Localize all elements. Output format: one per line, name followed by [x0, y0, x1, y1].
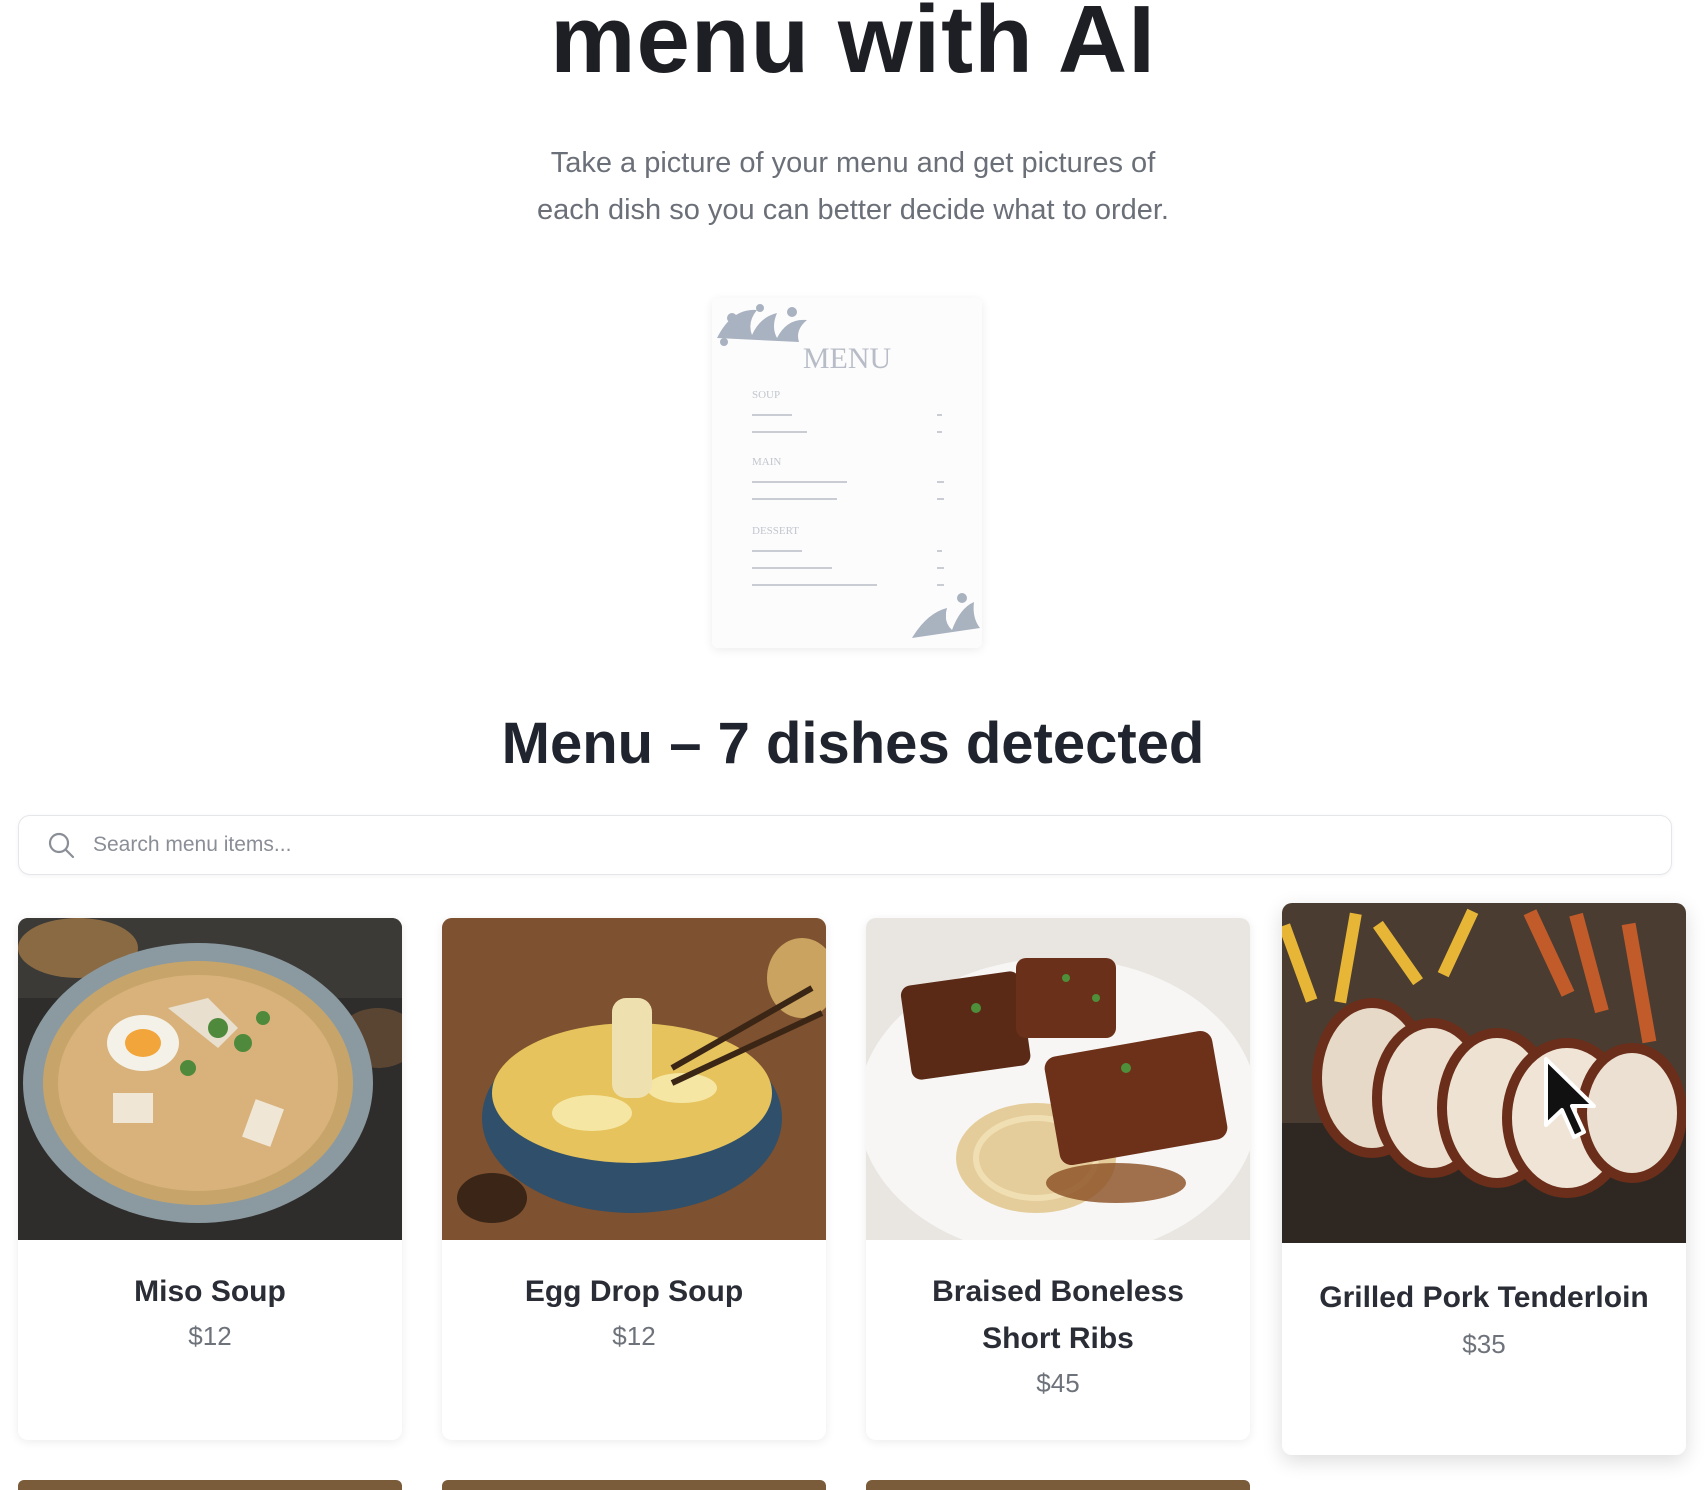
search-bar[interactable] — [18, 815, 1672, 875]
subtitle-line-2: each dish so you can better decide what … — [537, 194, 1169, 226]
dish-price: $12 — [612, 1321, 656, 1351]
dish-name: Braised Boneless Short Ribs — [932, 1275, 1184, 1355]
dish-photo — [18, 918, 402, 1240]
dish-price: $35 — [1462, 1329, 1506, 1359]
search-input[interactable] — [91, 832, 1655, 858]
menu-preview-section: SOUP — [752, 389, 780, 401]
uploaded-menu-image[interactable]: MENU SOUP MAIN DESSERT — [712, 298, 982, 648]
menu-preview-section: DESSERT — [752, 525, 799, 537]
dish-name: Grilled Pork Tenderloin — [1319, 1281, 1649, 1314]
search-icon — [41, 825, 81, 865]
dish-card-egg-drop-soup[interactable]: Egg Drop Soup $12 — [442, 918, 826, 1440]
dish-card-grilled-pork-tenderloin[interactable]: Grilled Pork Tenderloin $35 — [1282, 903, 1686, 1455]
menu-preview-heading: MENU — [803, 342, 892, 375]
dish-price: $45 — [1036, 1368, 1080, 1398]
dish-price: $12 — [188, 1321, 232, 1351]
dish-card-miso-soup[interactable]: Miso Soup $12 — [18, 918, 402, 1440]
results-title: Menu – 7 dishes detected — [501, 711, 1205, 776]
mouse-cursor-icon — [1542, 1055, 1602, 1150]
menu-preview-section: MAIN — [752, 456, 781, 468]
dish-name: Miso Soup — [134, 1275, 286, 1308]
subtitle-line-1: Take a picture of your menu and get pict… — [550, 147, 1156, 179]
dish-photo — [442, 918, 826, 1240]
dish-photo — [1282, 903, 1686, 1243]
dish-photo — [866, 918, 1250, 1240]
dish-name: Egg Drop Soup — [524, 1275, 744, 1308]
hero-title: menu with AI — [550, 0, 1156, 93]
dish-card-braised-short-ribs[interactable]: Braised Boneless Short Ribs $45 — [866, 918, 1250, 1440]
hero-subtitle: Take a picture of your menu and get pict… — [453, 140, 1253, 234]
